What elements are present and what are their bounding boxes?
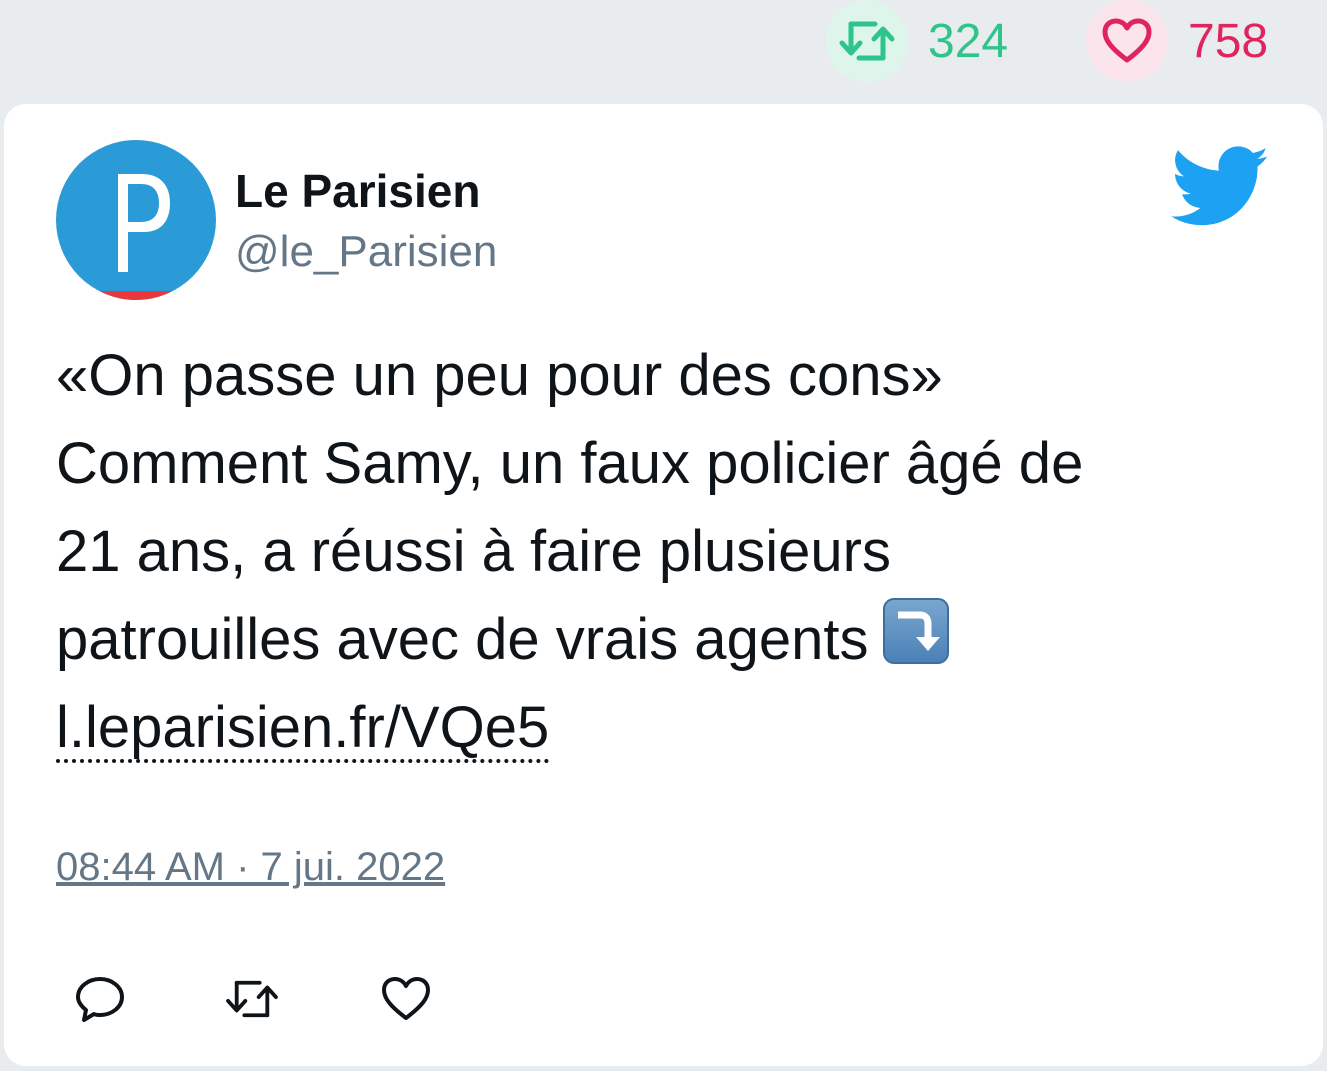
le-parisien-logo-icon — [118, 174, 170, 272]
like-button[interactable] — [366, 959, 446, 1039]
tweet-link[interactable]: l.leparisien.fr/VQe5 — [56, 697, 550, 763]
like-count: 758 — [1188, 14, 1269, 68]
tweet-text-line: «On passe un peu pour des cons» — [56, 343, 943, 408]
reply-icon — [76, 977, 124, 1022]
like-stat-icon — [1086, 0, 1168, 82]
tweet-text: «On passe un peu pour des cons» Comment … — [56, 332, 1276, 772]
retweet-stat[interactable]: 324 — [826, 0, 1008, 82]
like-icon — [382, 977, 430, 1020]
tweet-text-line: Comment Samy, un faux policier âgé de — [56, 431, 1084, 496]
retweet-stat-icon — [826, 0, 908, 82]
reply-button[interactable] — [60, 959, 140, 1039]
like-stat[interactable]: 758 — [1086, 0, 1268, 82]
tweet-timestamp[interactable]: 08:44 AM · 7 jui. 2022 — [56, 845, 445, 890]
avatar-red-stripe — [56, 291, 216, 300]
retweet-icon — [226, 980, 278, 1018]
tweet-text-line: patrouilles avec de vrais agents — [56, 607, 869, 672]
retweet-count: 324 — [928, 14, 1009, 68]
arrow-heading-down-icon — [883, 598, 950, 664]
retweet-button[interactable] — [212, 959, 292, 1039]
tweet-card: Le Parisien @le_Parisien «On passe un pe… — [4, 104, 1323, 1066]
author-avatar[interactable] — [56, 140, 216, 300]
tweet-text-line: 21 ans, a réussi à faire plusieurs — [56, 519, 891, 584]
tweet-text-line-with-emoji: patrouilles avec de vrais agents — [56, 596, 1276, 684]
twitter-bird-icon[interactable] — [1170, 146, 1271, 233]
author-name[interactable]: Le Parisien — [235, 164, 480, 218]
top-stats-bar: 324 758 — [0, 0, 1327, 90]
author-handle[interactable]: @le_Parisien — [235, 227, 497, 277]
